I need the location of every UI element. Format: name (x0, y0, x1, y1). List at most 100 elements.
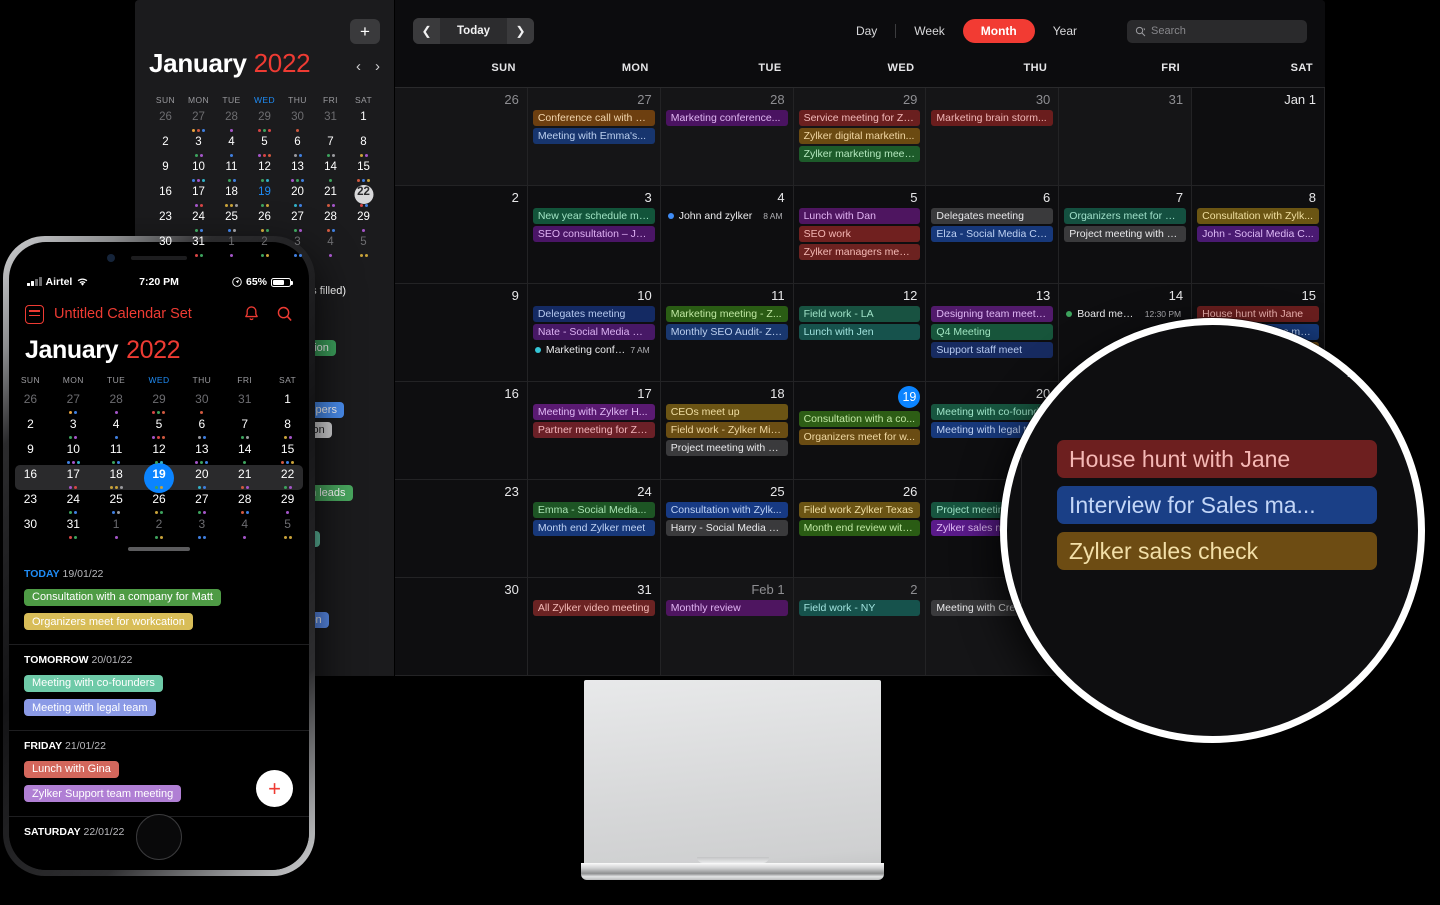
calendar-event[interactable]: Delegates meeting (532, 306, 655, 322)
mini-day-24[interactable]: 24 (182, 209, 215, 234)
phone-day-27[interactable]: 27 (180, 490, 223, 515)
lens-event[interactable]: Zylker sales check (1057, 532, 1377, 570)
calendar-event[interactable]: Designing team meet -... (931, 306, 1054, 322)
phone-day-12[interactable]: 12 (138, 440, 181, 465)
phone-day-29[interactable]: 29 (138, 390, 181, 415)
view-switcher[interactable]: Day Week Month Year (838, 19, 1095, 43)
phone-day-8[interactable]: 8 (266, 415, 309, 440)
phone-day-31[interactable]: 31 (52, 515, 95, 540)
day-cell-29[interactable]: 29 Service meeting for Zy... Zylker digita… (793, 88, 927, 186)
mini-day-2[interactable]: 2 (149, 134, 182, 159)
day-cell-16[interactable]: 16 (395, 382, 528, 480)
day-cell-3[interactable]: 3 New year schedule meet SEO consultation … (527, 186, 661, 284)
calendar-event[interactable]: John - Social Media C... (1197, 226, 1319, 242)
day-cell-26[interactable]: 26 (395, 88, 528, 186)
mini-day-12[interactable]: 12 (248, 159, 281, 184)
calendar-event[interactable]: Organizers meet for ev... (1064, 208, 1187, 224)
calendar-event[interactable]: Project meeting with d... (1064, 226, 1187, 242)
day-cell-30[interactable]: 30 (395, 578, 528, 676)
prev-period-button[interactable]: ❮ (413, 18, 440, 44)
day-cell-11[interactable]: 11 Marketing meeting - Z... Monthly SEO Au… (660, 284, 794, 382)
calendar-event[interactable]: Project meeting with Z... (665, 440, 788, 456)
day-cell-30[interactable]: 30 Marketing brain storm... (926, 88, 1060, 186)
agenda-event[interactable]: Meeting with co-founders (24, 674, 163, 692)
phone-day-24[interactable]: 24 (52, 490, 95, 515)
mini-day-2[interactable]: 2 (248, 234, 281, 259)
phone-day-3[interactable]: 3 (180, 515, 223, 540)
mini-day-5[interactable]: 5 (248, 134, 281, 159)
mini-day-13[interactable]: 13 (281, 159, 314, 184)
calendar-event[interactable]: Meeting with Emma's... (532, 128, 655, 144)
hamburger-menu-icon[interactable] (25, 304, 44, 324)
day-cell-6[interactable]: 6 Delegates meeting Elza - Social Media Co… (926, 186, 1060, 284)
phone-day-22[interactable]: 22 (266, 465, 309, 490)
calendar-event[interactable]: Consultation with Zylk... (665, 502, 788, 518)
mini-day-7[interactable]: 7 (314, 134, 347, 159)
search-box[interactable]: Search (1127, 19, 1307, 43)
mini-day-4[interactable]: 4 (314, 234, 347, 259)
mini-day-11[interactable]: 11 (215, 159, 248, 184)
calendar-event[interactable]: Conference call with Z... (532, 110, 655, 126)
mini-day-3[interactable]: 3 (182, 134, 215, 159)
mini-day-26[interactable]: 26 (248, 209, 281, 234)
calendar-event[interactable]: Zylker managers meeti... (798, 244, 921, 260)
calendar-event[interactable]: Field work - NY (798, 600, 921, 616)
phone-day-28[interactable]: 28 (95, 390, 138, 415)
phone-day-23[interactable]: 23 (9, 490, 52, 515)
day-cell-10[interactable]: 10 Delegates meeting Nate - Social Media C… (527, 284, 661, 382)
mini-day-19[interactable]: 19 (248, 184, 281, 209)
phone-day-7[interactable]: 7 (223, 415, 266, 440)
calendar-event[interactable]: Zylker digital marketin... (798, 128, 921, 144)
day-cell-19[interactable]: 19 Consultation with a co... Organizers me… (793, 382, 927, 480)
phone-day-18[interactable]: 18 (95, 465, 138, 490)
phone-day-30[interactable]: 30 (9, 515, 52, 540)
phone-day-2[interactable]: 2 (9, 415, 52, 440)
view-tab-day[interactable]: Day (838, 19, 895, 43)
day-cell-Feb-1[interactable]: Feb 1 Monthly review (660, 578, 794, 676)
calendar-event[interactable]: Delegates meeting (931, 208, 1054, 224)
calendar-event[interactable]: Nate - Social Media Co... (532, 324, 655, 340)
day-cell-24[interactable]: 24 Emma - Social Media... Month end Zylker… (527, 480, 661, 578)
mini-day-29[interactable]: 29 (248, 109, 281, 134)
phone-day-3[interactable]: 3 (52, 415, 95, 440)
phone-day-10[interactable]: 10 (52, 440, 95, 465)
mini-day-1[interactable]: 1 (347, 109, 380, 134)
calendar-event[interactable]: Monthly SEO Audit- Zy... (665, 324, 788, 340)
calendar-event[interactable]: Zylker marketing meeti... (798, 146, 921, 162)
day-cell-5[interactable]: 5 Lunch with Dan SEO work Zylker managers m… (793, 186, 927, 284)
mini-day-18[interactable]: 18 (215, 184, 248, 209)
search-icon[interactable] (276, 305, 293, 323)
day-cell-2[interactable]: 2 Field work - NY (793, 578, 927, 676)
phone-day-1[interactable]: 1 (95, 515, 138, 540)
calendar-event[interactable]: SEO consultation – Jen... (532, 226, 655, 242)
mini-day-1[interactable]: 1 (215, 234, 248, 259)
add-event-fab[interactable]: + (256, 770, 293, 807)
day-cell-25[interactable]: 25 Consultation with Zylk... Harry - Socia… (660, 480, 794, 578)
phone-day-29[interactable]: 29 (266, 490, 309, 515)
home-button[interactable] (136, 814, 182, 860)
view-tab-year[interactable]: Year (1035, 19, 1095, 43)
view-tab-month[interactable]: Month (962, 19, 1035, 43)
calendar-event[interactable]: Support staff meet (931, 342, 1054, 358)
phone-day-15[interactable]: 15 (266, 440, 309, 465)
day-cell-Jan-1[interactable]: Jan 1 (1192, 88, 1325, 186)
mini-day-30[interactable]: 30 (149, 234, 182, 259)
mini-day-4[interactable]: 4 (215, 134, 248, 159)
phone-day-1[interactable]: 1 (266, 390, 309, 415)
day-cell-26[interactable]: 26 Filed work Zylker Texas Month end revie… (793, 480, 927, 578)
calendar-event[interactable]: Harry - Social Media C... (665, 520, 788, 536)
calendar-event[interactable]: SEO work (798, 226, 921, 242)
calendar-event[interactable]: CEOs meet up (665, 404, 788, 420)
mini-day-20[interactable]: 20 (281, 184, 314, 209)
phone-month-grid[interactable]: 26 27 28 29 30 31 1 2 3 4 5 6 7 8 9 10 11 12 13 14 15 16 17 18 1… (9, 390, 309, 540)
calendar-event-dot-style[interactable]: John and zylker 8 AM (666, 208, 788, 224)
agenda-event[interactable]: Zylker Support team meeting (24, 785, 182, 802)
add-event-button[interactable]: + (350, 19, 380, 44)
mini-day-31[interactable]: 31 (182, 234, 215, 259)
next-period-button[interactable]: ❯ (507, 18, 535, 44)
phone-day-6[interactable]: 6 (180, 415, 223, 440)
phone-day-19[interactable]: 19 (138, 463, 181, 493)
calendar-event[interactable]: Organizers meet for w... (798, 429, 921, 445)
day-cell-31[interactable]: 31 (1059, 88, 1193, 186)
phone-day-5[interactable]: 5 (266, 515, 309, 540)
